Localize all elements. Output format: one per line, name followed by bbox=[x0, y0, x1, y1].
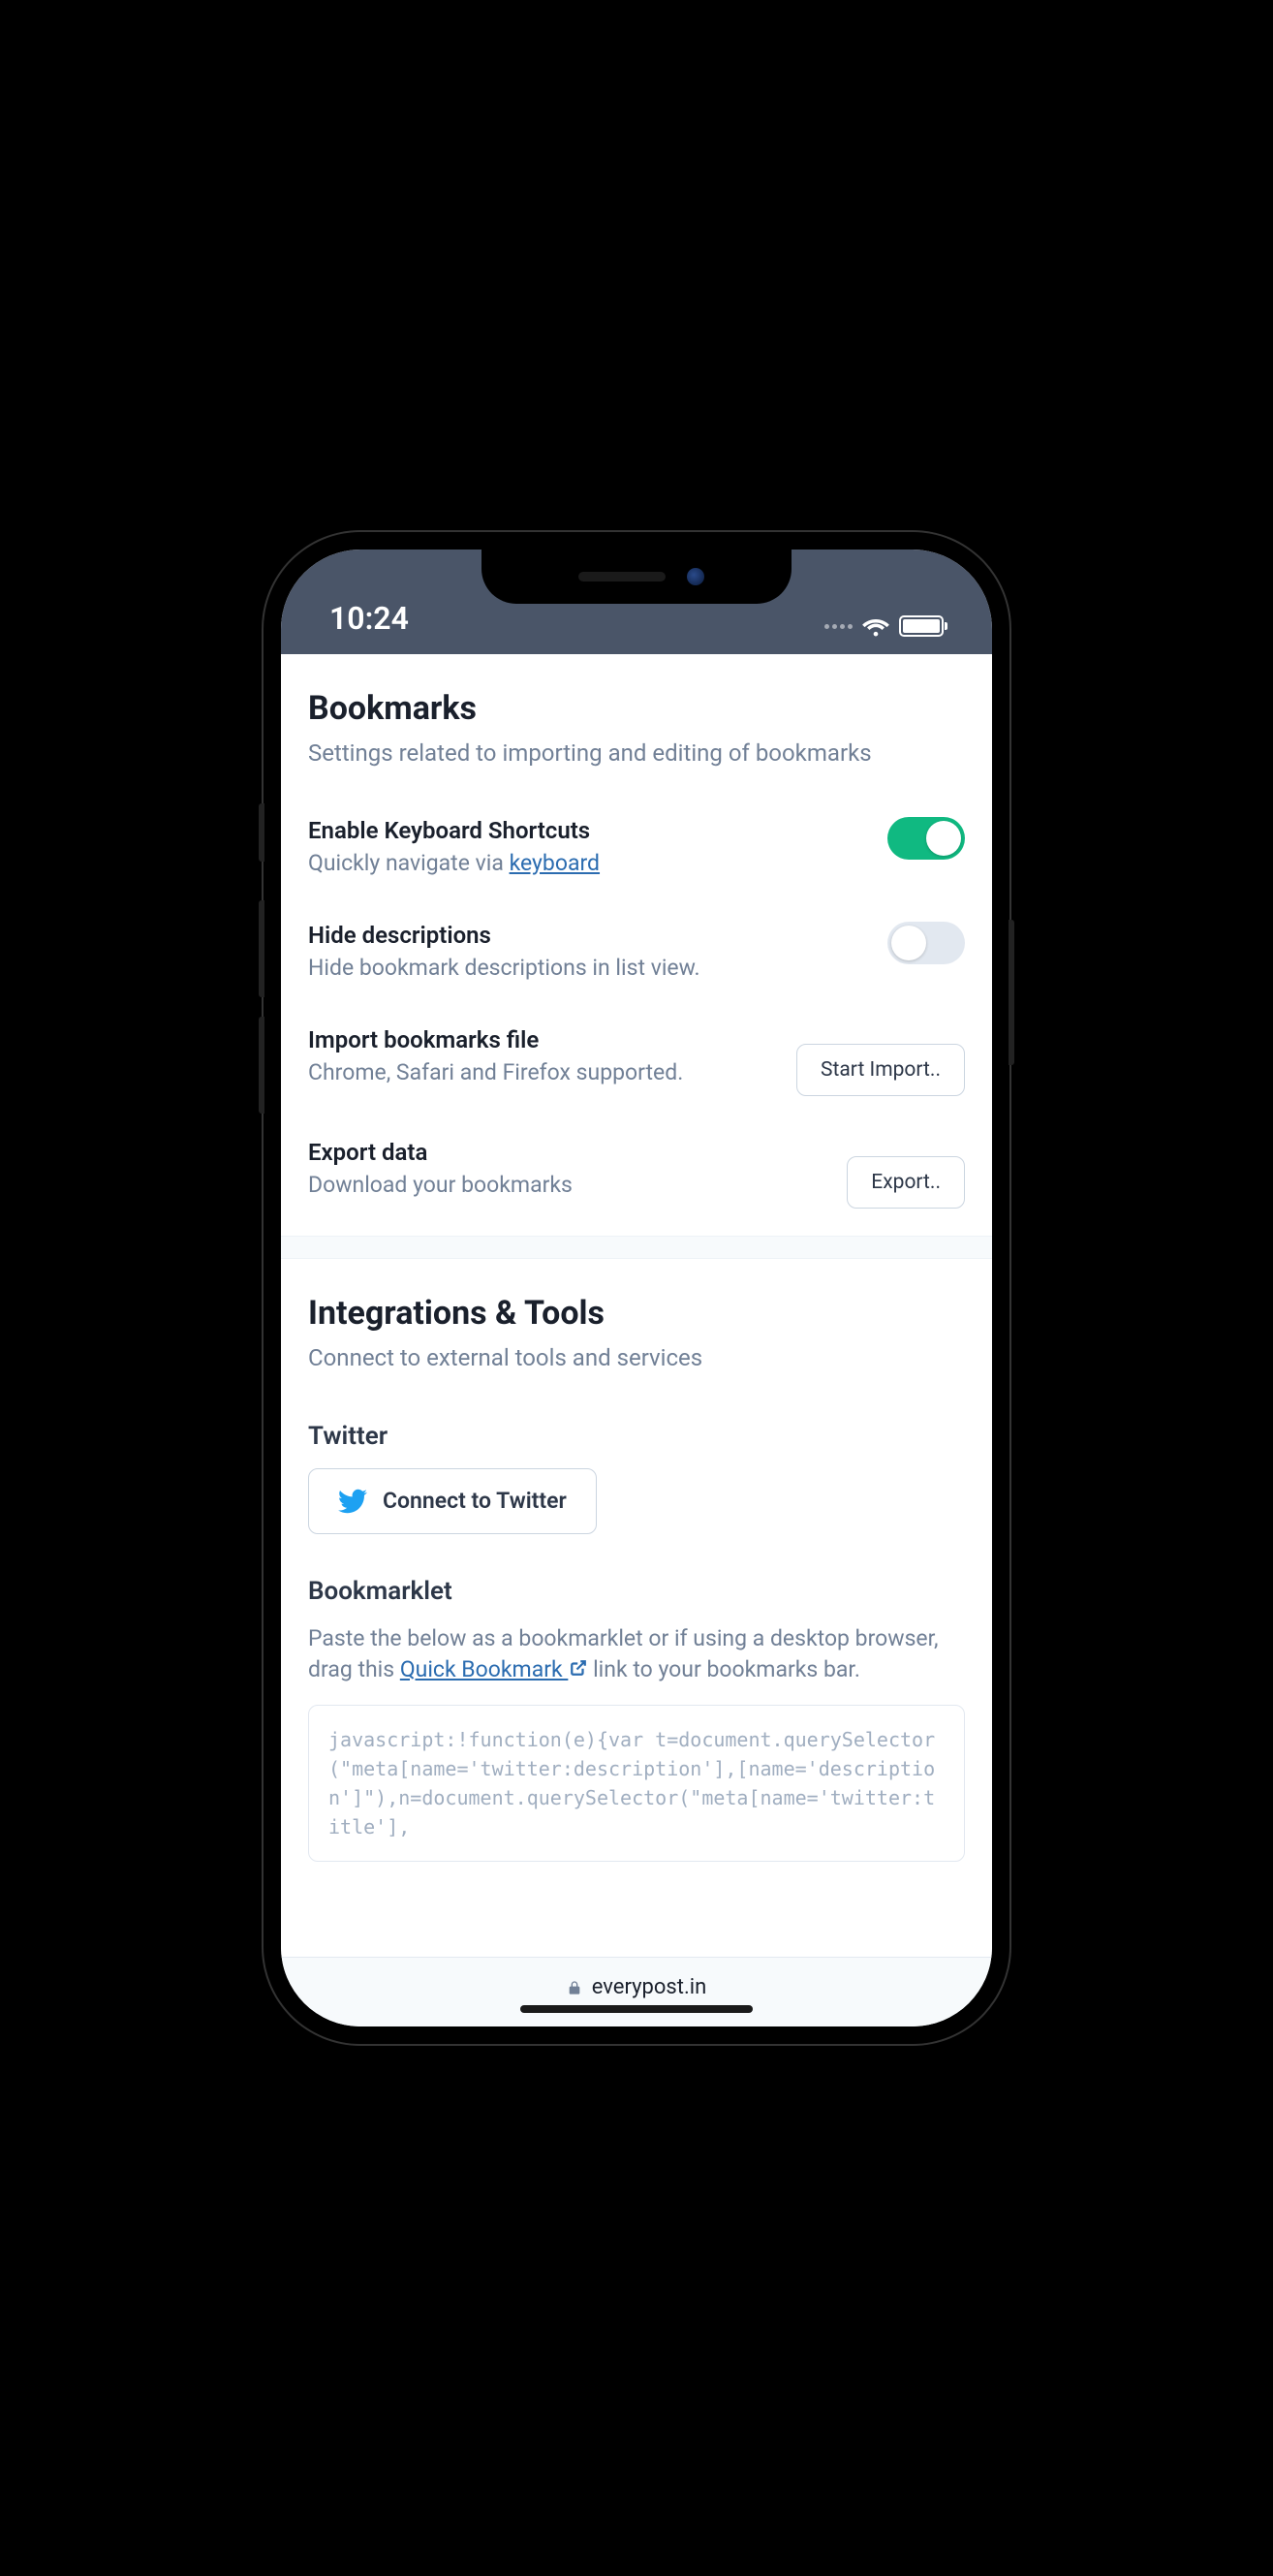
section-divider bbox=[281, 1236, 992, 1259]
power-button bbox=[1009, 920, 1014, 1065]
import-bookmarks-label: Import bookmarks file bbox=[308, 1026, 777, 1053]
mute-switch bbox=[259, 803, 264, 862]
import-bookmarks-row: Import bookmarks file Chrome, Safari and… bbox=[308, 1026, 965, 1096]
import-bookmarks-description: Chrome, Safari and Firefox supported. bbox=[308, 1057, 777, 1088]
device-frame: 10:24 Bookmarks Settings related to impo… bbox=[264, 532, 1009, 2044]
integrations-subtitle: Connect to external tools and services bbox=[308, 1342, 965, 1375]
hide-descriptions-label: Hide descriptions bbox=[308, 922, 868, 949]
content-scroll-area[interactable]: Bookmarks Settings related to importing … bbox=[281, 654, 992, 1957]
export-button[interactable]: Export.. bbox=[847, 1156, 965, 1209]
twitter-title: Twitter bbox=[308, 1422, 965, 1451]
bookmarklet-subsection: Bookmarklet Paste the below as a bookmar… bbox=[308, 1577, 965, 1862]
lock-icon bbox=[567, 1979, 582, 1996]
integrations-section: Integrations & Tools Connect to external… bbox=[281, 1259, 992, 1932]
bookmarklet-code-box[interactable]: javascript:!function(e){var t=document.q… bbox=[308, 1705, 965, 1862]
bookmarks-header: Bookmarks Settings related to importing … bbox=[308, 689, 965, 770]
device-notch bbox=[481, 550, 792, 604]
export-data-label: Export data bbox=[308, 1139, 827, 1166]
export-data-info: Export data Download your bookmarks bbox=[308, 1139, 827, 1201]
integrations-title: Integrations & Tools bbox=[308, 1294, 965, 1333]
integrations-header: Integrations & Tools Connect to external… bbox=[308, 1294, 965, 1375]
keyboard-shortcuts-toggle[interactable] bbox=[887, 817, 965, 860]
bookmarks-subtitle: Settings related to importing and editin… bbox=[308, 738, 965, 770]
twitter-icon bbox=[338, 1487, 367, 1516]
hide-descriptions-row: Hide descriptions Hide bookmark descript… bbox=[308, 922, 965, 984]
front-camera bbox=[687, 568, 704, 585]
keyboard-shortcuts-info: Enable Keyboard Shortcuts Quickly naviga… bbox=[308, 817, 868, 879]
home-indicator[interactable] bbox=[520, 2005, 753, 2013]
url-text: everypost.in bbox=[592, 1975, 707, 1999]
start-import-button[interactable]: Start Import.. bbox=[796, 1044, 965, 1096]
volume-up-button bbox=[259, 900, 264, 997]
browser-bar[interactable]: everypost.in bbox=[281, 1957, 992, 2026]
status-time: 10:24 bbox=[329, 600, 409, 637]
hide-descriptions-toggle[interactable] bbox=[887, 922, 965, 964]
device-screen: 10:24 Bookmarks Settings related to impo… bbox=[281, 550, 992, 2026]
wifi-icon bbox=[862, 615, 889, 637]
twitter-subsection: Twitter Connect to Twitter bbox=[308, 1422, 965, 1534]
hide-descriptions-description: Hide bookmark descriptions in list view. bbox=[308, 953, 868, 984]
keyboard-link[interactable]: keyboard bbox=[510, 850, 600, 876]
keyboard-shortcuts-label: Enable Keyboard Shortcuts bbox=[308, 817, 868, 844]
volume-down-button bbox=[259, 1017, 264, 1114]
signal-dots-icon bbox=[824, 624, 853, 629]
export-data-row: Export data Download your bookmarks Expo… bbox=[308, 1139, 965, 1209]
external-link-icon bbox=[570, 1659, 587, 1677]
bookmarks-section: Bookmarks Settings related to importing … bbox=[281, 654, 992, 1236]
status-right bbox=[824, 615, 944, 637]
hide-descriptions-info: Hide descriptions Hide bookmark descript… bbox=[308, 922, 868, 984]
export-data-description: Download your bookmarks bbox=[308, 1170, 827, 1201]
speaker-grill bbox=[578, 572, 666, 581]
bookmarklet-title: Bookmarklet bbox=[308, 1577, 965, 1606]
quick-bookmark-link[interactable]: Quick Bookmark bbox=[400, 1656, 588, 1682]
keyboard-shortcuts-description: Quickly navigate via keyboard bbox=[308, 848, 868, 879]
battery-icon bbox=[899, 615, 944, 637]
bookmarklet-description: Paste the below as a bookmarklet or if u… bbox=[308, 1623, 965, 1685]
connect-twitter-label: Connect to Twitter bbox=[383, 1488, 567, 1514]
connect-twitter-button[interactable]: Connect to Twitter bbox=[308, 1468, 597, 1534]
bookmarks-title: Bookmarks bbox=[308, 689, 965, 728]
keyboard-shortcuts-row: Enable Keyboard Shortcuts Quickly naviga… bbox=[308, 817, 965, 879]
import-bookmarks-info: Import bookmarks file Chrome, Safari and… bbox=[308, 1026, 777, 1088]
